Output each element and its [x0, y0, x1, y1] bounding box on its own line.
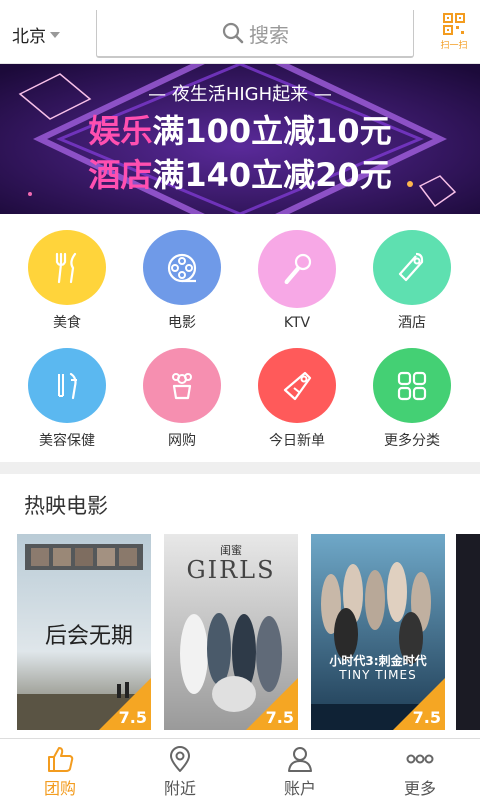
movie-score: 7.5 — [412, 708, 441, 727]
banner-offer-2-category: 酒店 — [88, 156, 153, 194]
movie-title: 小时代3:刺金时代 — [329, 654, 427, 668]
category-label: 今日新单 — [269, 433, 325, 449]
search-input[interactable]: 搜索 — [96, 10, 414, 58]
promo-banner[interactable]: — 夜生活HIGH起来 — 娱乐满100立减10元 酒店满140立减20元 — [0, 64, 480, 214]
tab-nearby[interactable]: 附近 — [120, 739, 240, 800]
banner-offer-2-text: 满140立减20元 — [152, 156, 392, 194]
app-screen: 北京 搜索 扫一扫 — 夜生活HIGH起来 — 娱乐满100立减10元 酒店满1… — [0, 0, 480, 800]
category-beauty[interactable]: 美容保健 — [7, 332, 127, 450]
scan-label: 扫一扫 — [440, 41, 468, 51]
tab-label: 账户 — [283, 779, 316, 798]
search-placeholder: 搜索 — [249, 22, 289, 47]
category-grid: 美食 电影 KTV 酒店 美容保健 网购 今日新单 更多分类 — [0, 214, 480, 464]
tab-label: 团购 — [43, 779, 76, 798]
gift-icon — [143, 348, 221, 423]
movie-score: 7.5 — [265, 708, 294, 727]
grid-icon — [373, 348, 451, 423]
search-icon — [222, 22, 244, 44]
user-icon — [288, 747, 312, 772]
tab-label: 附近 — [163, 779, 196, 798]
category-label: 网购 — [168, 433, 196, 449]
movie-title: GIRLS — [186, 556, 276, 584]
tab-more[interactable]: 更多 — [360, 739, 480, 800]
category-label: 更多分类 — [384, 433, 440, 449]
bottom-tab-bar: 团购 附近 账户 更多 — [0, 738, 480, 800]
category-food[interactable]: 美食 — [7, 214, 127, 332]
banner-offer-1-category: 娱乐 — [88, 112, 153, 150]
tab-label: 更多 — [403, 779, 436, 798]
category-label: 美食 — [53, 315, 81, 331]
hot-movies-section: 热映电影 后会无期 7.5 闺蜜 GIRLS 7.5 小时代3:刺金时代 TIN… — [0, 474, 480, 736]
film-reel-icon — [143, 230, 221, 305]
city-label: 北京 — [12, 27, 46, 47]
city-selector[interactable]: 北京 — [12, 22, 60, 47]
thumbs-up-icon — [48, 747, 74, 772]
price-tag-icon — [258, 348, 336, 423]
tab-group-buy[interactable]: 团购 — [0, 739, 120, 800]
category-hotel[interactable]: 酒店 — [352, 214, 472, 332]
movie-poster[interactable]: 后会无期 7.5 — [17, 534, 151, 730]
movie-score: 7.5 — [118, 708, 147, 727]
category-ktv[interactable]: KTV — [237, 214, 357, 332]
category-shopping[interactable]: 网购 — [122, 332, 242, 450]
caret-down-icon — [50, 31, 60, 38]
tab-account[interactable]: 账户 — [240, 739, 360, 800]
top-bar: 北京 搜索 扫一扫 — [0, 0, 480, 64]
category-label: KTV — [283, 315, 311, 331]
location-pin-icon — [170, 746, 190, 772]
category-label: 酒店 — [398, 315, 426, 331]
movie-poster[interactable]: 小时代3:刺金时代 TINY TIMES 7.5 — [311, 534, 445, 730]
category-label: 电影 — [168, 315, 196, 331]
movie-poster[interactable]: 闺蜜 GIRLS 7.5 — [164, 534, 298, 730]
category-movie[interactable]: 电影 — [122, 214, 242, 332]
microphone-icon — [258, 230, 336, 308]
banner-headline: — 夜生活HIGH起来 — — [148, 84, 332, 105]
movie-title: 后会无期 — [45, 624, 134, 649]
scan-button[interactable]: 扫一扫 — [436, 12, 472, 56]
beauty-tools-icon — [28, 348, 106, 423]
fork-knife-icon — [28, 230, 106, 305]
banner-offer-1-text: 满100立减10元 — [152, 112, 392, 150]
category-more[interactable]: 更多分类 — [352, 332, 472, 450]
banner-offer-2: 酒店满140立减20元 — [0, 150, 480, 196]
banner-offer-1: 娱乐满100立减10元 — [0, 106, 480, 152]
category-new-deals[interactable]: 今日新单 — [237, 332, 357, 450]
more-dots-icon — [406, 754, 434, 764]
section-divider — [0, 462, 480, 474]
movie-poster-partial[interactable] — [456, 534, 480, 730]
qr-code-icon — [443, 13, 465, 35]
category-label: 美容保健 — [39, 433, 95, 449]
section-title: 热映电影 — [24, 494, 108, 518]
door-hanger-icon — [373, 230, 451, 305]
